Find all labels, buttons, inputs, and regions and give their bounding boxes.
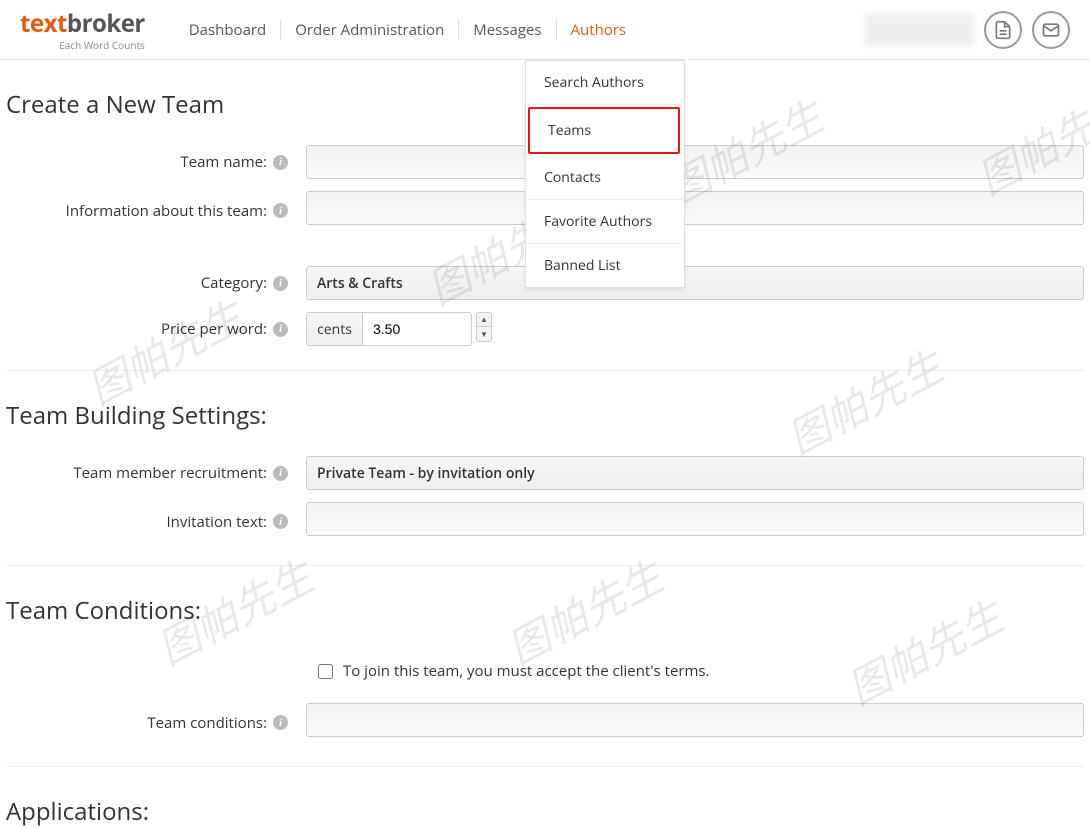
authors-dropdown: Search Authors Teams Contacts Favorite A… xyxy=(525,60,685,288)
nav-order-administration[interactable]: Order Administration xyxy=(281,20,459,40)
logo[interactable]: textbroker Each Word Counts xyxy=(20,7,145,52)
team-info-input[interactable] xyxy=(306,191,1084,225)
main-header: textbroker Each Word Counts Dashboard Or… xyxy=(0,0,1090,60)
spinner-up-icon[interactable]: ▲ xyxy=(476,312,492,327)
logo-tagline: Each Word Counts xyxy=(20,38,145,52)
team-conditions-title: Team Conditions: xyxy=(6,566,1084,645)
recruitment-select[interactable]: Private Team - by invitation only xyxy=(306,456,1084,490)
label-conditions: Team conditions: i xyxy=(6,713,306,733)
user-info-blurred xyxy=(864,14,974,46)
label-team-name: Team name: i xyxy=(6,152,306,172)
label-recruitment: Team member recruitment: i xyxy=(6,463,306,483)
dropdown-teams[interactable]: Teams xyxy=(528,107,680,154)
dropdown-contacts[interactable]: Contacts xyxy=(526,156,684,200)
conditions-input[interactable] xyxy=(306,703,1084,737)
document-icon[interactable] xyxy=(984,11,1022,49)
main-nav: Dashboard Order Administration Messages … xyxy=(175,20,640,40)
label-team-info: Information about this team: i xyxy=(6,201,306,221)
accept-terms-checkbox[interactable] xyxy=(318,664,333,679)
logo-text: textbroker xyxy=(20,7,145,40)
label-price: Price per word: i xyxy=(6,319,306,339)
applications-title: Applications: xyxy=(6,767,1084,828)
dropdown-search-authors[interactable]: Search Authors xyxy=(526,61,684,105)
info-icon[interactable]: i xyxy=(273,466,288,481)
nav-messages[interactable]: Messages xyxy=(459,20,556,40)
row-conditions: Team conditions: i xyxy=(6,697,1084,748)
row-price: Price per word: i cents ▲ ▼ xyxy=(6,306,1084,352)
price-spinner: ▲ ▼ xyxy=(476,312,492,346)
dropdown-favorite-authors[interactable]: Favorite Authors xyxy=(526,200,684,244)
label-invitation: Invitation text: i xyxy=(6,512,306,532)
dropdown-banned-list[interactable]: Banned List xyxy=(526,244,684,287)
info-icon[interactable]: i xyxy=(273,155,288,170)
spinner-down-icon[interactable]: ▼ xyxy=(476,327,492,342)
info-icon[interactable]: i xyxy=(273,514,288,529)
team-name-input[interactable] xyxy=(306,145,1084,179)
price-unit: cents xyxy=(306,312,362,346)
info-icon[interactable]: i xyxy=(273,203,288,218)
row-invitation: Invitation text: i xyxy=(6,496,1084,547)
category-select[interactable]: Arts & Crafts xyxy=(306,266,1084,300)
accept-terms-label: To join this team, you must accept the c… xyxy=(343,661,709,681)
row-recruitment: Team member recruitment: i Private Team … xyxy=(6,450,1084,496)
mail-icon[interactable] xyxy=(1032,11,1070,49)
nav-authors[interactable]: Authors xyxy=(557,20,641,40)
price-input[interactable] xyxy=(362,312,472,346)
info-icon[interactable]: i xyxy=(273,322,288,337)
info-icon[interactable]: i xyxy=(273,715,288,730)
nav-dashboard[interactable]: Dashboard xyxy=(175,20,281,40)
team-building-title: Team Building Settings: xyxy=(6,371,1084,450)
info-icon[interactable]: i xyxy=(273,276,288,291)
label-category: Category: i xyxy=(6,273,306,293)
invitation-input[interactable] xyxy=(306,502,1084,536)
header-right xyxy=(864,11,1070,49)
row-accept-terms: To join this team, you must accept the c… xyxy=(6,661,1084,681)
